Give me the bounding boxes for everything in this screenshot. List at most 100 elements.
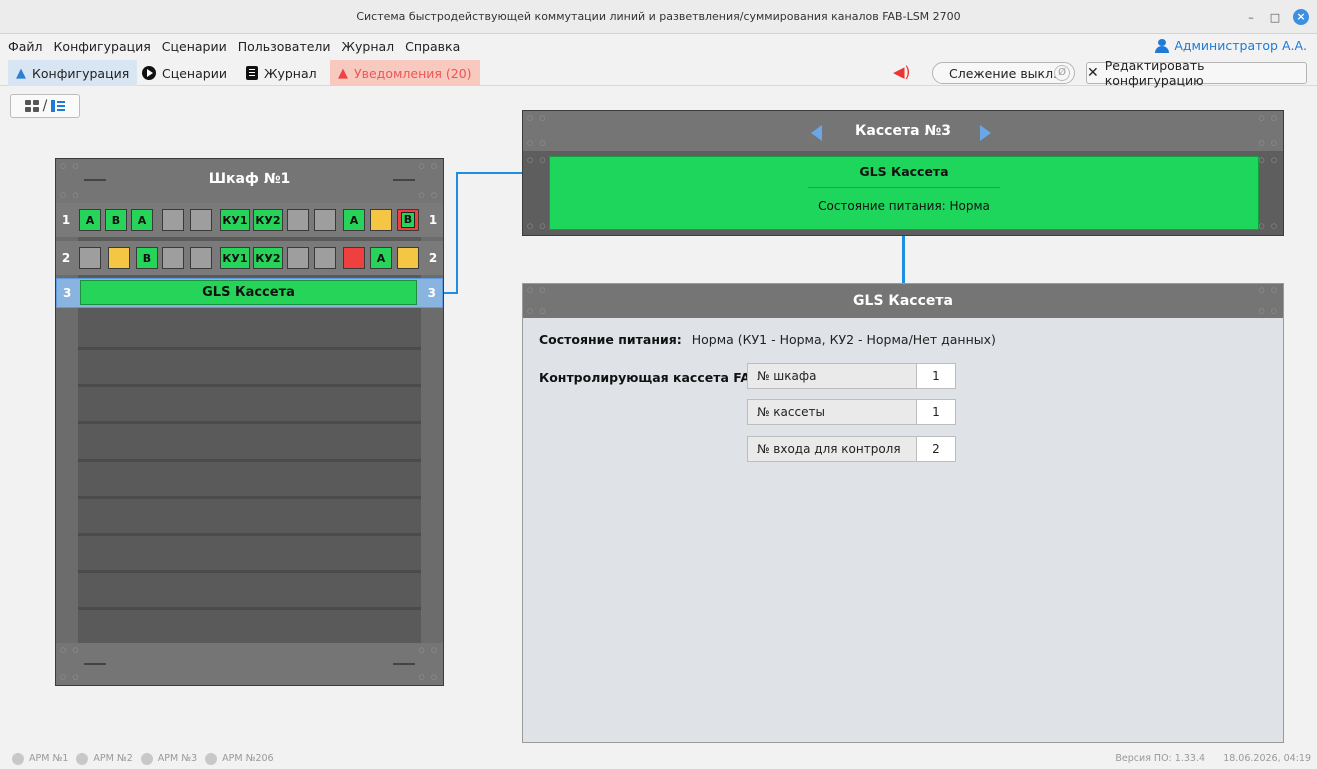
menu-file[interactable]: Файл <box>8 39 43 54</box>
module-a[interactable]: A <box>343 209 365 231</box>
window-title: Система быстродействующей коммутации лин… <box>356 10 961 23</box>
empty-slot <box>78 347 421 350</box>
rack-row-2[interactable]: 2 2 B КУ1 КУ2 A <box>56 241 443 275</box>
module-empty[interactable] <box>190 209 212 231</box>
rack-number-value: 1 <box>916 363 956 389</box>
tab-configuration-label: Конфигурация <box>32 65 130 81</box>
menu-configuration[interactable]: Конфигурация <box>54 39 151 54</box>
tab-scenarios-label: Сценарии <box>162 65 227 81</box>
module-warning[interactable] <box>108 247 130 269</box>
module-a[interactable]: A <box>370 247 392 269</box>
edit-configuration-label: Редактировать конфигурацию <box>1104 58 1205 88</box>
module-ku1[interactable]: КУ1 <box>220 247 250 269</box>
module-alarm[interactable] <box>343 247 365 269</box>
cassette-number-value: 1 <box>916 399 956 425</box>
control-cassette-label: Контролирующая кассета FAB: <box>539 370 765 385</box>
divider <box>808 187 1000 188</box>
tab-journal[interactable]: Журнал <box>238 60 325 86</box>
module-empty[interactable] <box>79 247 101 269</box>
rack-header: ○ ○ ○ ○ ○ ○ ○ ○ Шкаф №1 <box>56 159 443 203</box>
row-number: 3 <box>63 286 72 300</box>
cassette-power-status: Состояние питания: Норма <box>818 199 990 213</box>
rack-panel: ○ ○ ○ ○ ○ ○ ○ ○ Шкаф №1 1 1 A B A КУ1 КУ… <box>55 158 444 686</box>
module-empty[interactable] <box>162 209 184 231</box>
module-empty[interactable] <box>314 247 336 269</box>
row-number: 1 <box>61 213 71 227</box>
current-datetime: 18.06.2026, 04:19 <box>1223 753 1311 764</box>
user-name: Администратор А.А. <box>1174 38 1307 53</box>
journal-icon <box>246 66 258 80</box>
cassette-number-label: № кассеты <box>747 399 917 425</box>
tab-configuration[interactable]: ▲ Конфигурация <box>8 60 138 86</box>
software-version: Версия ПО: 1.33.4 <box>1115 753 1205 764</box>
menu-scenarios[interactable]: Сценарии <box>162 39 227 54</box>
rack-footer: ○ ○ ○ ○ ○ ○ ○ ○ <box>56 643 443 685</box>
home-icon: ▲ <box>16 65 26 81</box>
connector-line <box>902 236 905 283</box>
arm-indicator: АРМ №2 <box>76 752 133 765</box>
menu-help[interactable]: Справка <box>405 39 460 54</box>
menu-users[interactable]: Пользователи <box>238 39 331 54</box>
module-empty[interactable] <box>190 247 212 269</box>
rack-row-1[interactable]: 1 1 A B A КУ1 КУ2 A B <box>56 203 443 237</box>
cassette-header: ○ ○ ○ ○ ○ ○ ○ ○ Кассета №3 <box>523 111 1283 151</box>
detail-header: ○ ○ ○ ○ ○ ○ ○ ○ GLS Кассета <box>523 284 1283 318</box>
arm-label: АРМ №3 <box>157 753 198 764</box>
module-ku2[interactable]: КУ2 <box>253 209 283 231</box>
arm-indicator: АРМ №206 <box>205 752 274 765</box>
detail-title: GLS Кассета <box>853 293 953 309</box>
empty-slot <box>78 384 421 387</box>
list-view-icon[interactable] <box>51 100 66 112</box>
gls-cassette-module[interactable]: GLS Кассета <box>80 280 417 305</box>
maximize-icon[interactable]: □ <box>1269 11 1281 24</box>
cassette-module[interactable]: GLS Кассета Состояние питания: Норма <box>549 156 1259 230</box>
module-b[interactable]: B <box>105 209 127 231</box>
empty-slot <box>78 459 421 462</box>
module-b-alarm[interactable]: B <box>397 209 419 231</box>
module-ku1[interactable]: КУ1 <box>220 209 250 231</box>
module-empty[interactable] <box>162 247 184 269</box>
title-bar: Система быстродействующей коммутации лин… <box>0 0 1317 34</box>
next-cassette-icon[interactable] <box>980 125 991 141</box>
empty-slot <box>78 533 421 536</box>
current-user[interactable]: Администратор А.А. <box>1155 38 1307 53</box>
module-ku2[interactable]: КУ2 <box>253 247 283 269</box>
view-toggle[interactable]: / <box>10 94 80 118</box>
arm-label: АРМ №206 <box>222 753 274 764</box>
module-warning[interactable] <box>397 247 419 269</box>
row-number: 3 <box>427 286 436 300</box>
module-empty[interactable] <box>314 209 336 231</box>
power-status-value: Норма (КУ1 - Норма, КУ2 - Норма/Нет данн… <box>691 332 996 347</box>
row-number: 1 <box>428 213 438 227</box>
tracking-toggle-button[interactable]: Слежение выкл. Ø <box>932 62 1075 84</box>
empty-slot <box>78 607 421 610</box>
control-input-label: № входа для контроля <box>747 436 917 462</box>
speaker-icon[interactable]: ◀) <box>893 63 910 81</box>
empty-slot <box>78 496 421 499</box>
edit-configuration-button[interactable]: ✕ Редактировать конфигурацию <box>1086 58 1307 88</box>
empty-slot <box>78 570 421 573</box>
status-dot-icon <box>76 752 89 765</box>
eye-off-icon: Ø <box>1054 65 1070 81</box>
module-warning[interactable] <box>370 209 392 231</box>
status-dot-icon <box>205 752 218 765</box>
grid-view-icon[interactable] <box>24 100 39 112</box>
tab-journal-label: Журнал <box>264 65 317 81</box>
close-icon[interactable]: × <box>1293 9 1309 25</box>
module-label: B <box>400 212 416 228</box>
user-icon <box>1155 38 1170 53</box>
module-a[interactable]: A <box>79 209 101 231</box>
tracking-label: Слежение выкл. <box>949 65 1058 81</box>
cassette-panel: ○ ○ ○ ○ ○ ○ ○ ○ Кассета №3 ○ ○ ○ ○ ○ ○ ○… <box>522 110 1284 236</box>
rack-handle <box>393 663 415 665</box>
module-empty[interactable] <box>287 209 309 231</box>
menu-journal[interactable]: Журнал <box>342 39 395 54</box>
module-b[interactable]: B <box>136 247 158 269</box>
tools-icon: ✕ <box>1087 65 1099 81</box>
module-empty[interactable] <box>287 247 309 269</box>
status-dot-icon <box>140 752 153 765</box>
tab-notifications[interactable]: ▲ Уведомления (20) <box>330 60 480 86</box>
minimize-icon[interactable]: – <box>1245 11 1257 24</box>
tab-scenarios[interactable]: Сценарии <box>134 60 235 86</box>
module-a[interactable]: A <box>131 209 153 231</box>
